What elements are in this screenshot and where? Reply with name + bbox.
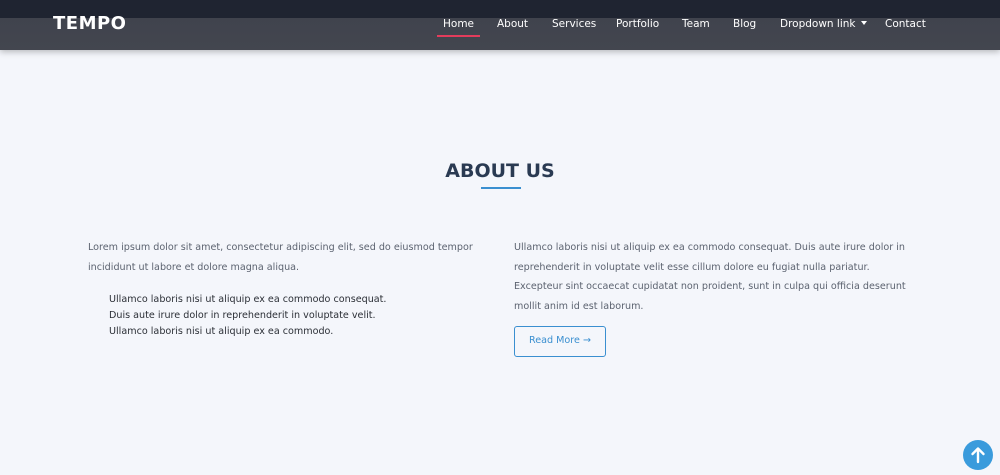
about-feature-list: Ullamco laboris nisi ut aliquip ex ea co… bbox=[109, 292, 478, 340]
nav-blog[interactable]: Blog bbox=[733, 17, 756, 37]
list-item: Ullamco laboris nisi ut aliquip ex ea co… bbox=[109, 294, 387, 305]
nav-portfolio[interactable]: Portfolio bbox=[616, 17, 659, 37]
about-left-column: Lorem ipsum dolor sit amet, consectetur … bbox=[88, 238, 478, 340]
title-underline bbox=[481, 187, 521, 189]
list-item: Duis aute irure dolor in reprehenderit i… bbox=[109, 310, 376, 321]
caret-down-icon bbox=[860, 21, 867, 25]
top-navbar: TEMPO Home About Services Portfolio Team… bbox=[0, 0, 1000, 50]
section-title: ABOUT US bbox=[445, 160, 555, 182]
nav-home[interactable]: Home bbox=[436, 17, 481, 37]
arrow-up-icon bbox=[971, 447, 985, 464]
nav-services[interactable]: Services bbox=[552, 17, 596, 37]
nav-about[interactable]: About bbox=[497, 17, 528, 37]
nav-dropdown-link[interactable]: Dropdown link bbox=[780, 17, 867, 37]
nav-contact[interactable]: Contact bbox=[885, 17, 926, 37]
nav-team[interactable]: Team bbox=[682, 17, 710, 37]
about-right-column: Ullamco laboris nisi ut aliquip ex ea co… bbox=[514, 238, 914, 316]
about-detail-text: Ullamco laboris nisi ut aliquip ex ea co… bbox=[514, 242, 906, 312]
nav-dropdown-label: Dropdown link bbox=[780, 18, 856, 30]
back-to-top-button[interactable] bbox=[963, 440, 993, 470]
read-more-button[interactable]: Read More → bbox=[514, 326, 606, 357]
list-item: Ullamco laboris nisi ut aliquip ex ea co… bbox=[109, 326, 334, 337]
site-logo[interactable]: TEMPO bbox=[53, 13, 126, 35]
about-intro-text: Lorem ipsum dolor sit amet, consectetur … bbox=[88, 242, 473, 273]
